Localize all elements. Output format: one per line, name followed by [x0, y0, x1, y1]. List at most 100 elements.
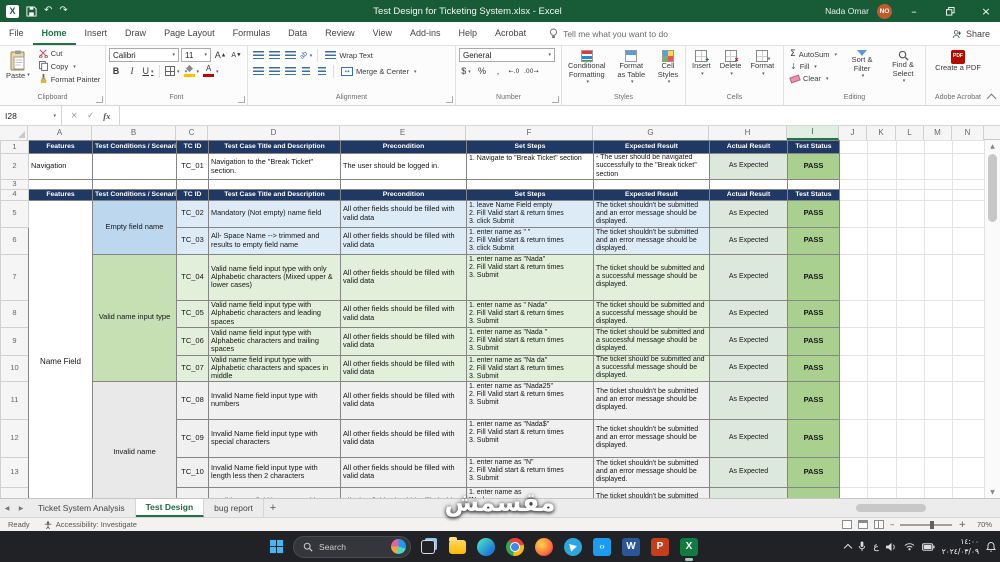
- cell-C10[interactable]: TC_07: [176, 354, 209, 382]
- bottom-align-button[interactable]: [283, 48, 297, 62]
- row-header-14[interactable]: 14: [0, 486, 29, 498]
- cell-N4[interactable]: [952, 188, 984, 201]
- page-layout-view-button[interactable]: [857, 520, 868, 529]
- cell-N1[interactable]: [952, 140, 984, 154]
- cell-M3[interactable]: [924, 179, 953, 190]
- cell-J7[interactable]: [839, 253, 868, 301]
- cell-E14[interactable]: All other fields should be filled with v…: [340, 486, 467, 498]
- scroll-down-icon[interactable]: ▼: [990, 486, 995, 498]
- restore-button[interactable]: [936, 0, 964, 22]
- insert-cells-button[interactable]: Insert: [689, 48, 714, 81]
- cell-H9[interactable]: As Expected: [709, 326, 788, 356]
- cell-K12[interactable]: [867, 418, 897, 458]
- cut-button[interactable]: Cut: [36, 48, 104, 59]
- mic-icon[interactable]: [858, 541, 866, 552]
- cell-F1[interactable]: Set Steps: [466, 140, 594, 154]
- cell-F4[interactable]: Set Steps: [466, 188, 594, 201]
- cell-C14[interactable]: TC_11: [176, 486, 209, 498]
- orientation-button[interactable]: ab: [299, 48, 313, 62]
- row-header-5[interactable]: 5: [0, 199, 29, 228]
- formula-input[interactable]: [120, 106, 1000, 125]
- taskbar-app-task-view[interactable]: [416, 535, 440, 559]
- undo-icon[interactable]: ↶: [44, 6, 52, 16]
- font-color-button[interactable]: A: [202, 64, 220, 78]
- cell-J4[interactable]: [839, 188, 868, 201]
- cell-B4[interactable]: Test Conditions / Scenario: [92, 188, 177, 201]
- cell-E7[interactable]: All other fields should be filled with v…: [340, 253, 467, 301]
- cell-D12[interactable]: Invalid Name field input type with speci…: [208, 418, 341, 458]
- cell-N9[interactable]: [952, 326, 984, 356]
- name-box[interactable]: I28: [0, 106, 62, 125]
- cell-C12[interactable]: TC_09: [176, 418, 209, 458]
- cell-C3[interactable]: [176, 179, 209, 190]
- cell-L2[interactable]: [896, 153, 925, 180]
- cell-E6[interactable]: All other fields should be filled with v…: [340, 226, 467, 255]
- sheet-nav-right-icon[interactable]: ▶: [14, 499, 28, 517]
- cell-N12[interactable]: [952, 418, 984, 458]
- cell-G10[interactable]: The ticket should be submitted and a suc…: [593, 354, 710, 382]
- column-header-G[interactable]: G: [593, 126, 709, 140]
- cell-J8[interactable]: [839, 299, 868, 328]
- cell-B1[interactable]: Test Conditions / Scenario: [92, 140, 177, 154]
- cell-K6[interactable]: [867, 226, 897, 255]
- column-header-K[interactable]: K: [867, 126, 896, 140]
- save-icon[interactable]: [26, 5, 37, 17]
- cell-M1[interactable]: [924, 140, 953, 154]
- column-header-C[interactable]: C: [176, 126, 208, 140]
- cell-I8[interactable]: PASS: [787, 299, 840, 328]
- cell-M13[interactable]: [924, 456, 953, 488]
- cell-I12[interactable]: PASS: [787, 418, 840, 458]
- row-header-12[interactable]: 12: [0, 418, 29, 458]
- cell-H11[interactable]: As Expected: [709, 380, 788, 420]
- column-header-H[interactable]: H: [709, 126, 787, 140]
- cell-N10[interactable]: [952, 354, 984, 382]
- cell-A5[interactable]: Name Field: [28, 199, 93, 498]
- cell-L7[interactable]: [896, 253, 925, 301]
- cell-K1[interactable]: [867, 140, 897, 154]
- search-highlight-icon[interactable]: [391, 539, 407, 554]
- underline-button[interactable]: U: [141, 64, 155, 78]
- tab-page-layout[interactable]: Page Layout: [155, 22, 224, 45]
- cell-A3[interactable]: [28, 179, 93, 190]
- cell-K2[interactable]: [867, 153, 897, 180]
- find-select-button[interactable]: Find & Select: [884, 48, 922, 89]
- cell-G11[interactable]: The ticket shouldn't be submitted and an…: [593, 380, 710, 420]
- cell-B7[interactable]: Valid name input type: [92, 253, 177, 382]
- autosum-button[interactable]: Σ AutoSum: [787, 48, 840, 60]
- cell-J11[interactable]: [839, 380, 868, 420]
- cell-F8[interactable]: 1. enter name as " Nada" 2. Fill Valid s…: [466, 299, 594, 328]
- cell-B3[interactable]: [92, 179, 177, 190]
- vertical-scrollbar[interactable]: ▲ ▼: [984, 140, 1000, 498]
- paste-button[interactable]: Paste: [3, 48, 33, 83]
- cell-F6[interactable]: 1. enter name as " " 2. Fill Valid start…: [466, 226, 594, 255]
- cell-C8[interactable]: TC_05: [176, 299, 209, 328]
- borders-button[interactable]: [164, 64, 181, 78]
- cell-E11[interactable]: All other fields should be filled with v…: [340, 380, 467, 420]
- cell-N11[interactable]: [952, 380, 984, 420]
- cell-K10[interactable]: [867, 354, 897, 382]
- cell-D8[interactable]: Valid name field input type with Alphabe…: [208, 299, 341, 328]
- cell-L12[interactable]: [896, 418, 925, 458]
- language-indicator[interactable]: ع: [873, 542, 878, 552]
- sheet-tab-test-design[interactable]: Test Design: [135, 499, 205, 517]
- accounting-format-button[interactable]: $: [459, 64, 473, 78]
- sheet-nav-left-icon[interactable]: ◀: [0, 499, 14, 517]
- cell-K8[interactable]: [867, 299, 897, 328]
- cell-styles-button[interactable]: Cell Styles: [654, 48, 682, 90]
- decrease-decimal-button[interactable]: .00→: [523, 64, 540, 78]
- cell-K9[interactable]: [867, 326, 897, 356]
- tray-chevron-up-icon[interactable]: [844, 543, 853, 553]
- cell-H12[interactable]: As Expected: [709, 418, 788, 458]
- start-button[interactable]: [264, 535, 288, 559]
- zoom-slider[interactable]: [900, 520, 953, 529]
- cell-I5[interactable]: PASS: [787, 199, 840, 228]
- cell-D3[interactable]: [208, 179, 341, 190]
- cell-C7[interactable]: TC_04: [176, 253, 209, 301]
- alignment-dialog-launcher[interactable]: [446, 96, 453, 103]
- column-header-D[interactable]: D: [208, 126, 340, 140]
- taskbar-clock[interactable]: ١٤:٠٠ ٢٠٢٤/٠٣/٠٩: [942, 537, 979, 556]
- cell-N8[interactable]: [952, 299, 984, 328]
- cell-E10[interactable]: All other fields should be filled with v…: [340, 354, 467, 382]
- cell-M9[interactable]: [924, 326, 953, 356]
- cell-M4[interactable]: [924, 188, 953, 201]
